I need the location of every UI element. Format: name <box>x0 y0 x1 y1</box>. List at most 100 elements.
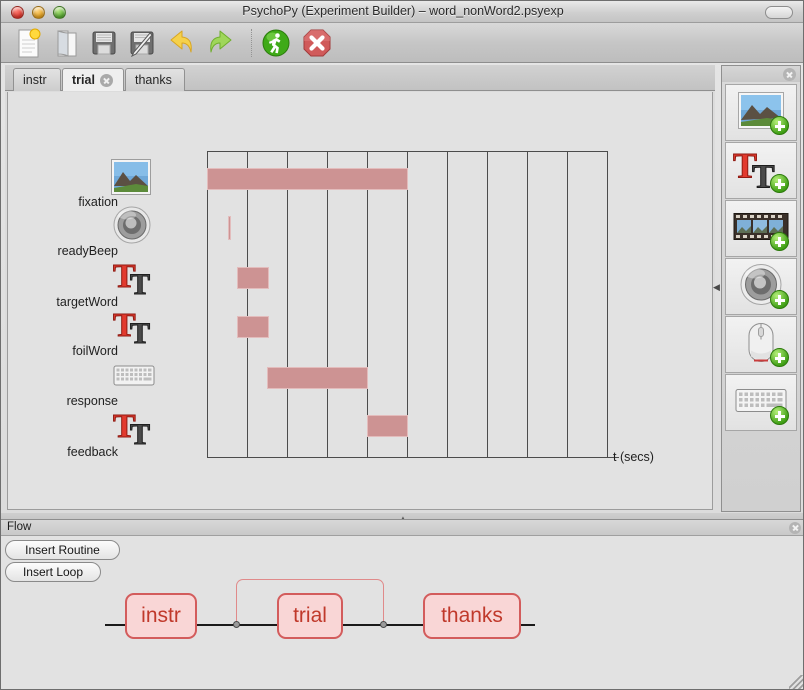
main-toolbar <box>1 23 803 63</box>
gridline-9 <box>567 151 568 458</box>
timeline-bar-targetWord[interactable] <box>237 267 269 289</box>
routine-panel: instr trial thanks fixation readyBeep ta… <box>5 65 715 512</box>
toolbar-separator <box>251 29 252 57</box>
plus-badge-icon <box>770 116 789 135</box>
timeline-bar-readyBeep[interactable] <box>228 216 231 240</box>
new-document-icon <box>18 28 41 58</box>
floppy-disk-pencil-icon <box>130 31 154 58</box>
component-label-foilWord: foilWord <box>72 344 118 358</box>
tab-thanks[interactable]: thanks <box>125 68 185 91</box>
title-bar: PsychoPy (Experiment Builder) – word_non… <box>1 1 803 23</box>
svg-text:T: T <box>130 418 150 447</box>
flow-routine-instr[interactable]: instr <box>125 593 197 639</box>
window-title: PsychoPy (Experiment Builder) – word_non… <box>242 4 564 18</box>
flow-routine-label: thanks <box>441 604 503 627</box>
palette-movie-component-button[interactable] <box>725 200 797 257</box>
flow-routine-label: instr <box>141 604 181 627</box>
component-icon-foilWord[interactable]: T T <box>112 306 158 351</box>
image-component-icon <box>111 159 151 195</box>
timeline-axis-line <box>207 457 619 458</box>
timeline-bar-response[interactable] <box>267 367 368 389</box>
gridline-2 <box>287 151 288 458</box>
palette-keyboard-component-button[interactable] <box>725 374 797 431</box>
redo-button[interactable] <box>203 26 237 60</box>
floppy-disk-icon <box>92 31 116 55</box>
tab-trial[interactable]: trial <box>62 68 124 91</box>
palette-mouse-component-button[interactable] <box>725 316 797 373</box>
component-label-targetWord: targetWord <box>56 295 118 309</box>
timeline-bar-feedback[interactable] <box>367 415 408 437</box>
flow-routine-trial[interactable]: trial <box>277 593 343 639</box>
flow-canvas[interactable]: instr trial thanks <box>1 536 803 689</box>
loop-start-dot[interactable] <box>233 621 240 628</box>
sound-component-icon <box>113 206 151 244</box>
tab-close-icon[interactable] <box>99 73 113 87</box>
plus-badge-icon <box>770 232 789 251</box>
flow-routine-label: trial <box>293 604 327 627</box>
component-label-fixation: fixation <box>78 195 118 209</box>
plus-badge-icon <box>770 174 789 193</box>
panel-collapse-arrow-icon[interactable]: ◀ <box>713 281 721 293</box>
loop-end-dot[interactable] <box>380 621 387 628</box>
svg-text:T: T <box>130 268 150 297</box>
undo-button[interactable] <box>165 26 199 60</box>
red-stop-x-icon <box>303 29 331 57</box>
text-component-icon: T T <box>113 258 151 302</box>
gridline-7 <box>487 151 488 458</box>
text-component-icon: T T <box>113 307 151 351</box>
component-label-response: response <box>66 394 118 408</box>
routine-canvas[interactable]: fixation readyBeep targetWord T T foilWo… <box>7 92 713 510</box>
gridline-0 <box>207 151 208 458</box>
psychopy-builder-window: PsychoPy (Experiment Builder) – word_non… <box>0 0 804 690</box>
toolbar-toggle-button[interactable] <box>765 6 793 19</box>
gridline-8 <box>527 151 528 458</box>
open-folder-icon <box>57 30 77 57</box>
palette-image-component-button[interactable] <box>725 84 797 141</box>
component-icon-targetWord[interactable]: T T <box>112 257 158 302</box>
component-label-readyBeep: readyBeep <box>57 244 118 258</box>
open-file-button[interactable] <box>49 26 83 60</box>
components-palette-panel: T T <box>721 65 801 512</box>
run-button[interactable] <box>259 26 293 60</box>
undo-arrow-icon <box>170 30 192 53</box>
flow-panel-close-icon[interactable] <box>789 522 801 534</box>
routine-tab-bar: instr trial thanks <box>5 65 715 91</box>
keyboard-component-icon <box>113 365 155 386</box>
stop-button[interactable] <box>300 26 334 60</box>
new-file-button[interactable] <box>11 26 45 60</box>
component-icon-readyBeep[interactable] <box>112 205 152 250</box>
component-label-feedback: feedback <box>67 445 118 459</box>
plus-badge-icon <box>770 406 789 425</box>
timeline-bar-fixation[interactable] <box>207 168 408 190</box>
tab-label: instr <box>23 73 47 87</box>
gridline-4 <box>367 151 368 458</box>
components-palette-close-icon[interactable] <box>783 68 796 81</box>
flow-panel-header: Flow <box>1 520 803 536</box>
component-icon-feedback[interactable]: T T <box>112 407 158 452</box>
flow-panel-title: Flow <box>7 521 32 533</box>
window-resize-grip[interactable] <box>789 675 803 689</box>
tab-instr[interactable]: instr <box>13 68 61 91</box>
save-file-button[interactable] <box>87 26 121 60</box>
component-icon-fixation[interactable] <box>111 159 151 200</box>
plus-badge-icon <box>770 348 789 367</box>
component-icon-response[interactable] <box>113 363 155 394</box>
gridline-1 <box>247 151 248 458</box>
gridline-5 <box>407 151 408 458</box>
palette-text-component-button[interactable]: T T <box>725 142 797 199</box>
components-palette-header <box>722 66 800 82</box>
flow-routine-thanks[interactable]: thanks <box>423 593 521 639</box>
flow-panel: Flow Insert Routine Insert Loop instr tr… <box>1 519 803 689</box>
palette-sound-component-button[interactable] <box>725 258 797 315</box>
tab-label: trial <box>72 73 95 87</box>
timeline-bar-foilWord[interactable] <box>237 316 269 338</box>
gridline-6 <box>447 151 448 458</box>
redo-arrow-icon <box>210 30 232 53</box>
gridline-3 <box>327 151 328 458</box>
svg-text:T: T <box>130 317 150 346</box>
tab-label: thanks <box>135 73 172 87</box>
timeline-axis-label: t (secs) <box>613 450 654 464</box>
save-as-file-button[interactable] <box>125 26 159 60</box>
green-run-person-icon <box>262 29 290 57</box>
text-component-icon: T T <box>113 408 151 452</box>
